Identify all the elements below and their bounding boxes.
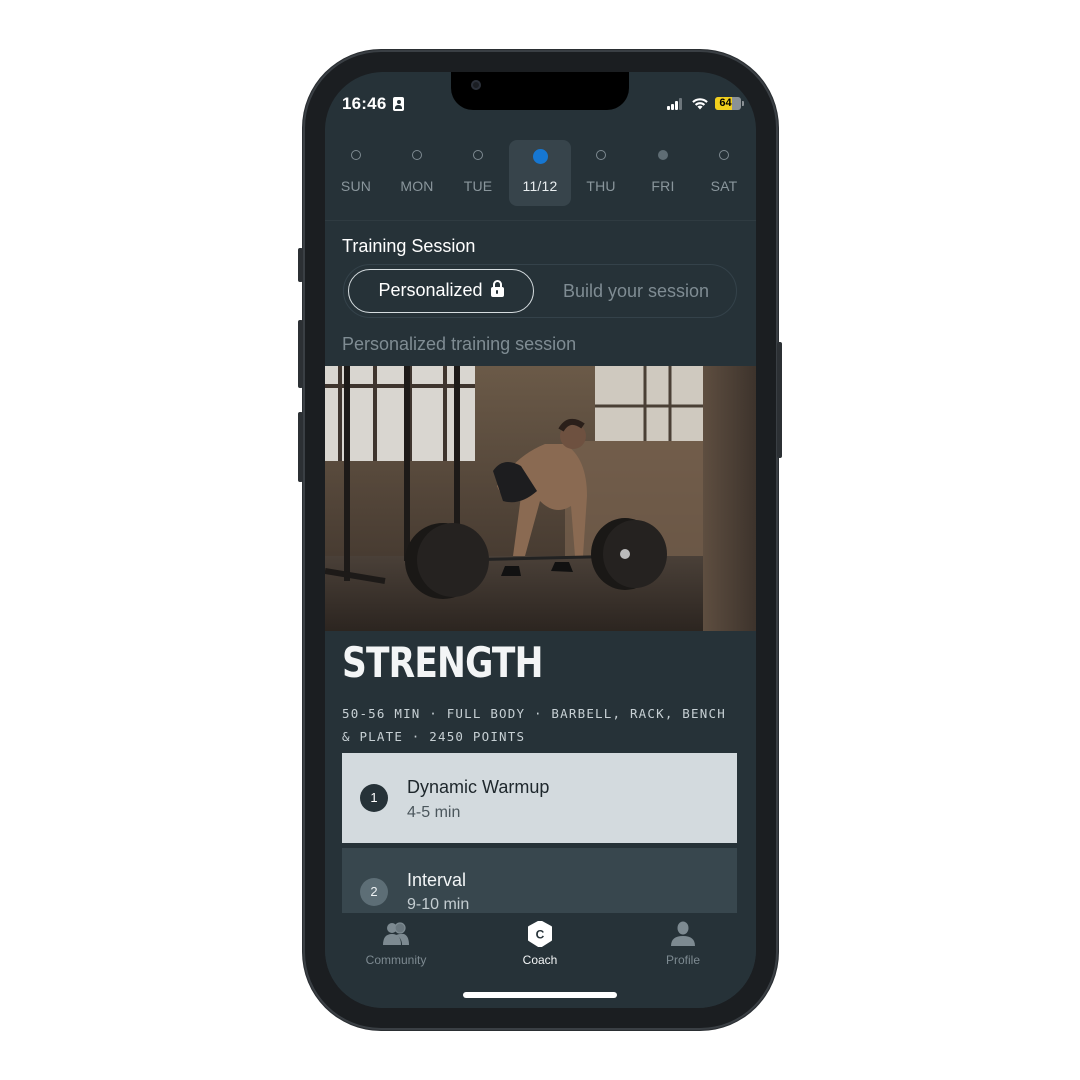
day-label: MON <box>400 178 434 194</box>
tab-label: Coach <box>522 953 558 967</box>
session-subtitle: Personalized training session <box>342 334 577 354</box>
day-sat[interactable]: SAT <box>693 140 755 206</box>
block-title: Dynamic Warmup <box>407 777 550 797</box>
block-number-badge: 1 <box>360 784 388 812</box>
day-label: 11/12 <box>522 178 558 194</box>
section-title: Training Session <box>342 236 476 256</box>
build-session-option[interactable]: Build your session <box>538 269 734 313</box>
day-label: SAT <box>710 178 738 194</box>
tab-label: Profile <box>665 953 700 967</box>
cellular-signal-icon <box>667 98 685 110</box>
workout-meta: 50-56 MIN · FULL BODY · BARBELL, RACK, B… <box>342 706 726 744</box>
block-number-badge: 2 <box>360 878 388 906</box>
day-tue[interactable]: TUE <box>447 140 509 206</box>
session-type-toggle: Personalized Build your session <box>343 264 737 318</box>
personalized-option[interactable]: Personalized <box>348 269 534 313</box>
workout-title: STRENGTH <box>342 638 543 687</box>
power-button <box>777 342 782 458</box>
day-status-dot-filled <box>658 150 668 160</box>
battery-icon: 64 <box>715 97 741 110</box>
day-status-dot <box>351 150 361 160</box>
day-status-dot-active <box>532 149 548 164</box>
app-screen: 16:46 64 SUN MON TUE 11/12 THU FRI SAT T… <box>325 72 756 1008</box>
day-label: THU <box>586 178 616 194</box>
block-title: Interval <box>407 870 467 890</box>
coach-icon: C <box>528 921 552 947</box>
day-status-dot <box>412 150 422 160</box>
dynamic-notch <box>451 72 629 110</box>
day-wed-selected[interactable]: 11/12 <box>509 140 571 206</box>
battery-percent: 64 <box>719 97 732 109</box>
id-badge-icon <box>393 97 404 111</box>
block-duration: 4-5 min <box>407 804 461 821</box>
volume-down-button <box>298 412 303 482</box>
day-status-dot <box>719 150 729 160</box>
day-fri[interactable]: FRI <box>632 140 694 206</box>
tab-community[interactable]: Community <box>341 919 451 973</box>
block-card-dynamic-warmup[interactable]: 1 Dynamic Warmup 4-5 min <box>342 753 737 843</box>
battery-tip <box>742 101 744 106</box>
volume-up-button <box>298 320 303 388</box>
status-time: 16:46 <box>342 94 387 113</box>
day-label: FRI <box>651 178 675 194</box>
personalized-label: Personalized <box>378 280 483 300</box>
block-duration: 9-10 min <box>407 896 470 913</box>
day-status-dot <box>596 150 606 160</box>
tab-profile[interactable]: Profile <box>628 919 738 973</box>
community-icon <box>383 922 409 945</box>
deadlift-photo <box>325 366 756 631</box>
profile-icon <box>671 921 695 946</box>
svg-text:C: C <box>536 928 545 942</box>
day-label: TUE <box>463 178 493 194</box>
camera-icon <box>471 80 481 90</box>
workout-hero-image <box>325 366 756 631</box>
mute-switch <box>298 248 303 282</box>
wifi-icon <box>692 98 708 110</box>
tab-coach[interactable]: C Coach <box>485 919 595 973</box>
day-label: SUN <box>340 178 372 194</box>
day-status-dot <box>473 150 483 160</box>
day-mon[interactable]: MON <box>386 140 448 206</box>
home-indicator[interactable] <box>463 992 617 998</box>
lock-icon <box>490 280 504 297</box>
day-sun[interactable]: SUN <box>325 140 387 206</box>
tab-label: Community <box>365 953 427 967</box>
week-day-selector: SUN MON TUE 11/12 THU FRI SAT <box>325 140 756 206</box>
header-divider <box>325 220 756 221</box>
day-thu[interactable]: THU <box>570 140 632 206</box>
